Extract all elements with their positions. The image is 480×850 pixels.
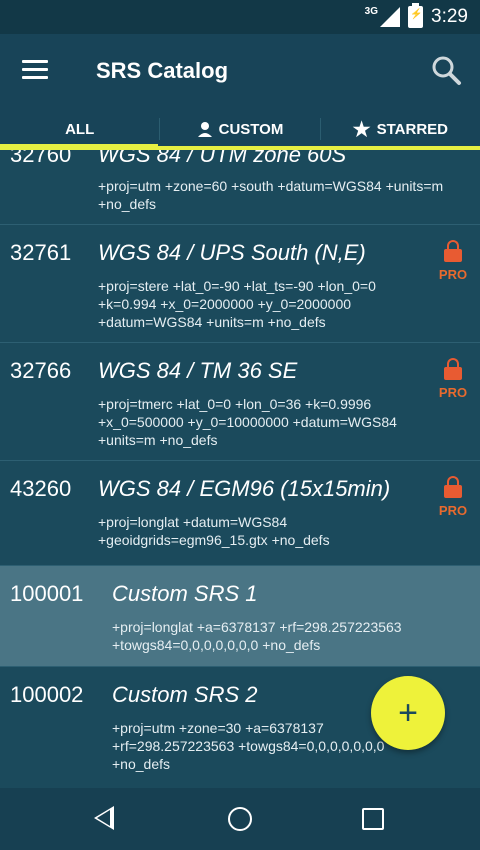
srs-name: WGS 84 / TM 36 SE xyxy=(98,358,298,383)
back-icon[interactable] xyxy=(94,806,114,830)
recent-apps-icon[interactable] xyxy=(362,808,384,830)
tab-starred-label: STARRED xyxy=(376,120,448,138)
srs-definition: +proj=longlat +datum=WGS84 +geoidgrids=eg… xyxy=(98,514,330,548)
network-type: 3G xyxy=(364,5,379,17)
srs-name: WGS 84 / UPS South (N,E) xyxy=(98,240,366,265)
system-nav-bar xyxy=(0,788,480,850)
srs-definition: +proj=utm +zone=30 +a=6378137 +rf=298.257… xyxy=(112,720,385,772)
battery-icon xyxy=(408,3,424,28)
tab-starred[interactable]: ★ STARRED xyxy=(321,108,480,150)
lock-icon xyxy=(444,476,462,499)
list-item[interactable]: 32761 WGS 84 / UPS South (N,E) +proj=ste… xyxy=(0,225,480,343)
srid: 100001 xyxy=(10,581,84,606)
tab-all-label: ALL xyxy=(65,120,95,138)
srid: 100002 xyxy=(10,682,84,707)
status-time: 3:29 xyxy=(431,6,468,27)
add-srs-button[interactable]: + xyxy=(371,676,445,750)
lock-icon xyxy=(444,358,462,381)
srs-definition: +proj=longlat +a=6378137 +rf=298.2572235… xyxy=(112,619,402,653)
srid: 43260 xyxy=(10,476,72,501)
pro-badge: PRO xyxy=(438,476,468,518)
srs-name: WGS 84 / UTM zone 60S xyxy=(98,150,347,167)
star-icon: ★ xyxy=(352,118,371,141)
pro-badge: PRO xyxy=(438,240,468,282)
lock-icon xyxy=(444,240,462,263)
tab-custom-label: CUSTOM xyxy=(218,120,284,138)
srs-definition: +proj=utm +zone=60 +south +datum=WGS84 +… xyxy=(98,178,444,212)
menu-icon[interactable] xyxy=(22,60,48,80)
list-item[interactable]: 43260 WGS 84 / EGM96 (15x15min) +proj=lo… xyxy=(0,461,480,566)
srs-name: Custom SRS 1 xyxy=(112,581,258,606)
srs-definition: +proj=tmerc +lat_0=0 +lon_0=36 +k=0.9996… xyxy=(98,396,397,448)
srid: 32760 xyxy=(10,150,72,167)
pro-badge: PRO xyxy=(438,358,468,400)
list-item[interactable]: 32760 WGS 84 / UTM zone 60S +proj=utm +z… xyxy=(0,150,480,225)
srs-definition: +proj=stere +lat_0=-90 +lat_ts=-90 +lon_… xyxy=(98,278,376,330)
srs-name: WGS 84 / EGM96 (15x15min) xyxy=(98,476,391,501)
list-item[interactable]: 100001 Custom SRS 1 +proj=longlat +a=637… xyxy=(0,566,480,667)
list-item[interactable]: 32766 WGS 84 / TM 36 SE +proj=tmerc +lat… xyxy=(0,343,480,461)
search-icon[interactable] xyxy=(430,54,462,86)
status-bar: 3G 3:29 xyxy=(0,0,480,34)
srs-name: Custom SRS 2 xyxy=(112,682,258,707)
person-icon xyxy=(197,122,212,137)
home-icon[interactable] xyxy=(228,807,252,831)
signal-icon xyxy=(380,7,401,27)
page-title: SRS Catalog xyxy=(96,58,229,83)
tab-custom[interactable]: CUSTOM xyxy=(160,108,319,150)
srid: 32766 xyxy=(10,358,72,383)
plus-icon: + xyxy=(398,693,418,732)
app-bar: SRS Catalog xyxy=(0,34,480,108)
srid: 32761 xyxy=(10,240,72,265)
